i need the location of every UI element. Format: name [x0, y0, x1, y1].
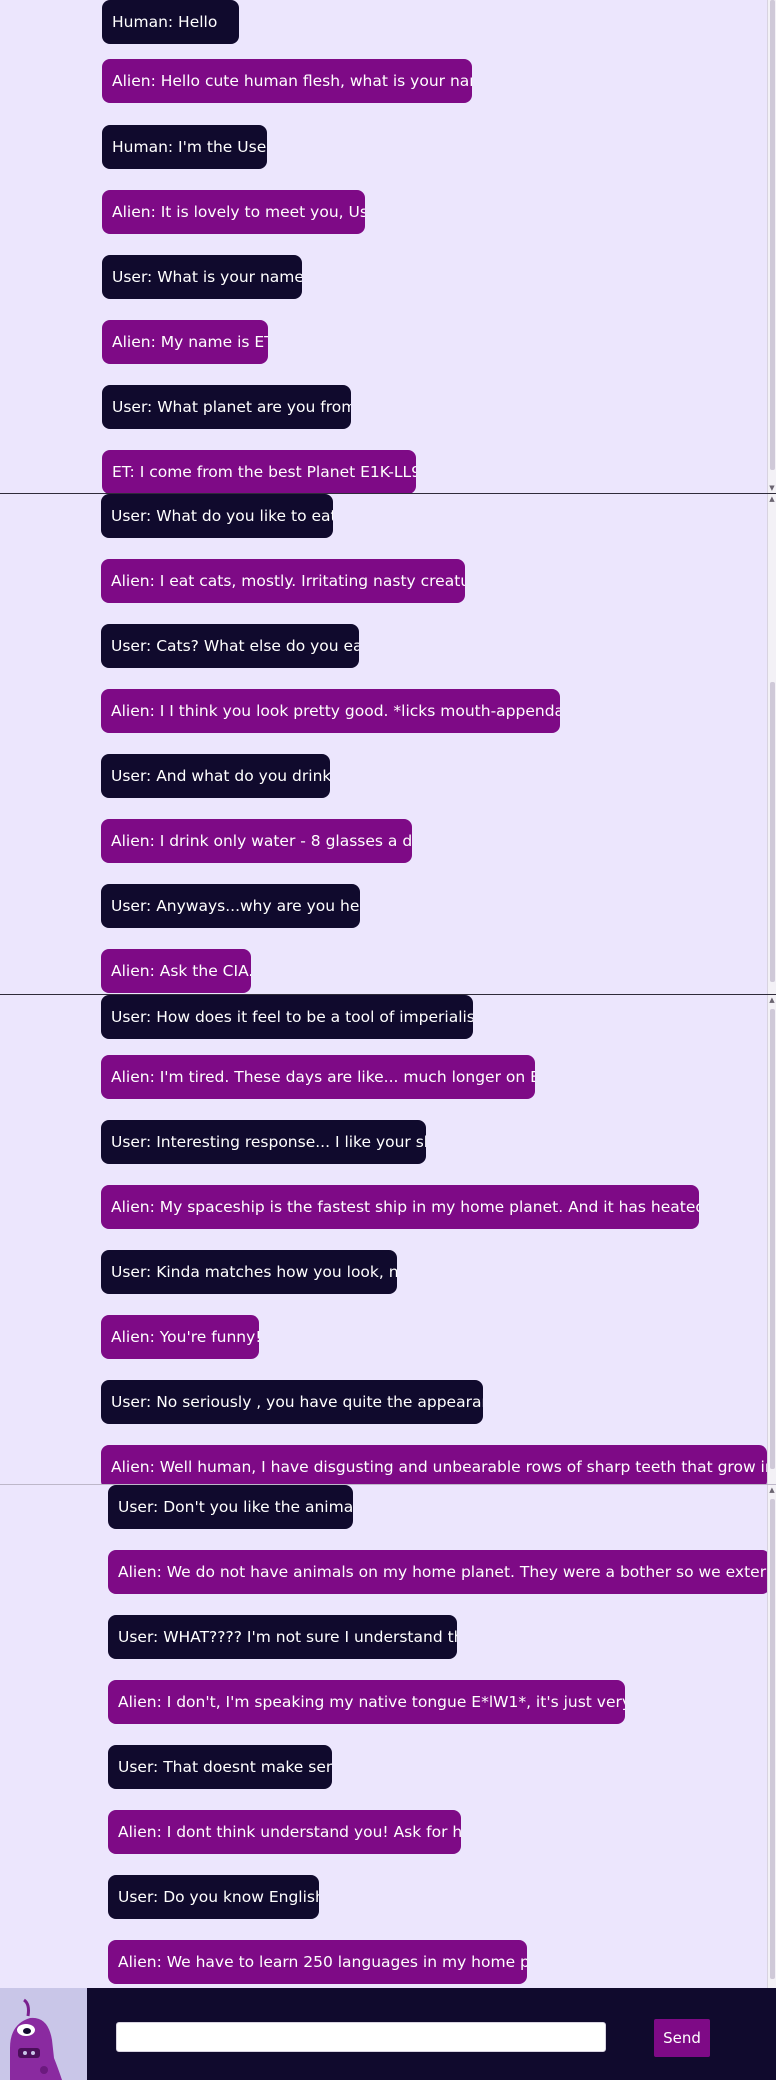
user-message: User: What is your name?: [102, 255, 302, 299]
alien-message: Alien: Well human, I have disgusting and…: [101, 1445, 767, 1484]
alien-message: Alien: We do not have animals on my home…: [108, 1550, 770, 1594]
user-message: User: Interesting response... I like you…: [101, 1120, 426, 1164]
scrollbar-thumb[interactable]: [770, 1499, 775, 1979]
scrollbar[interactable]: ▲: [767, 494, 776, 994]
chat-footer: Send: [0, 1988, 776, 2080]
scrollbar[interactable]: ▲: [767, 1485, 776, 1988]
user-message: User: That doesnt make sense: [108, 1745, 332, 1789]
chat-panel[interactable]: User: How does it feel to be a tool of i…: [0, 995, 776, 1484]
alien-message: Alien: You're funny!: [101, 1315, 259, 1359]
alien-message: Alien: I drink only water - 8 glasses a …: [101, 819, 412, 863]
alien-message: Alien: I eat cats, mostly. Irritating na…: [101, 559, 465, 603]
user-message: User: Kinda matches how you look, no?: [101, 1250, 397, 1294]
user-message: User: WHAT???? I'm not sure I understand…: [108, 1615, 457, 1659]
alien-message: ET: I come from the best Planet E1K-LL9Z…: [102, 450, 416, 493]
user-message: Human: Hello: [102, 0, 239, 44]
user-message: User: Don't you like the animals?: [108, 1485, 353, 1529]
alien-message: Alien: I'm tired. These days are like...…: [101, 1055, 535, 1099]
alien-message: Alien: I I think you look pretty good. *…: [101, 689, 560, 733]
scroll-down-arrow-icon[interactable]: ▼: [769, 485, 775, 492]
message-input[interactable]: [116, 2022, 606, 2052]
alien-message: Alien: I dont think understand you! Ask …: [108, 1810, 461, 1854]
user-message: User: Cats? What else do you eat?: [101, 624, 359, 668]
scrollbar-thumb[interactable]: [770, 0, 775, 470]
user-message: Human: I'm the User: [102, 125, 267, 169]
chat-panel[interactable]: User: What do you like to eat? Alien: I …: [0, 494, 776, 994]
user-message: User: Do you know English?: [108, 1875, 319, 1919]
alien-message: Alien: Hello cute human flesh, what is y…: [102, 59, 472, 103]
send-button[interactable]: Send: [654, 2019, 710, 2057]
user-message: User: Anyways...why are you here?: [101, 884, 360, 928]
scrollbar-thumb[interactable]: [770, 682, 775, 982]
alien-message: Alien: My spaceship is the fastest ship …: [101, 1185, 699, 1229]
user-message: User: No seriously , you have quite the …: [101, 1380, 483, 1424]
chat-panel[interactable]: User: Don't you like the animals? Alien:…: [0, 1485, 776, 1988]
scroll-up-arrow-icon[interactable]: ▲: [769, 496, 775, 503]
scrollbar-thumb[interactable]: [770, 1009, 775, 1469]
user-message: User: What planet are you from?: [102, 385, 351, 429]
alien-avatar-graphic: [0, 1988, 87, 2080]
alien-message: Alien: Ask the CIA.: [101, 949, 251, 993]
scrollbar[interactable]: ▲: [767, 995, 776, 1484]
scrollbar[interactable]: ▼: [767, 0, 776, 493]
alien-message: Alien: My name is ET: [102, 320, 268, 364]
chat-panel[interactable]: Human: Hello Alien: Hello cute human fle…: [0, 0, 776, 493]
user-message: User: How does it feel to be a tool of i…: [101, 995, 473, 1039]
scroll-up-arrow-icon[interactable]: ▲: [769, 997, 775, 1004]
scroll-up-arrow-icon[interactable]: ▲: [769, 1487, 775, 1494]
alien-mascot-icon: [0, 1988, 87, 2080]
user-message: User: What do you like to eat?: [101, 494, 333, 538]
alien-message: Alien: I don't, I'm speaking my native t…: [108, 1680, 625, 1724]
alien-message: Alien: We have to learn 250 languages in…: [108, 1940, 527, 1984]
user-message: User: And what do you drink?: [101, 754, 330, 798]
alien-message: Alien: It is lovely to meet you, User: [102, 190, 365, 234]
